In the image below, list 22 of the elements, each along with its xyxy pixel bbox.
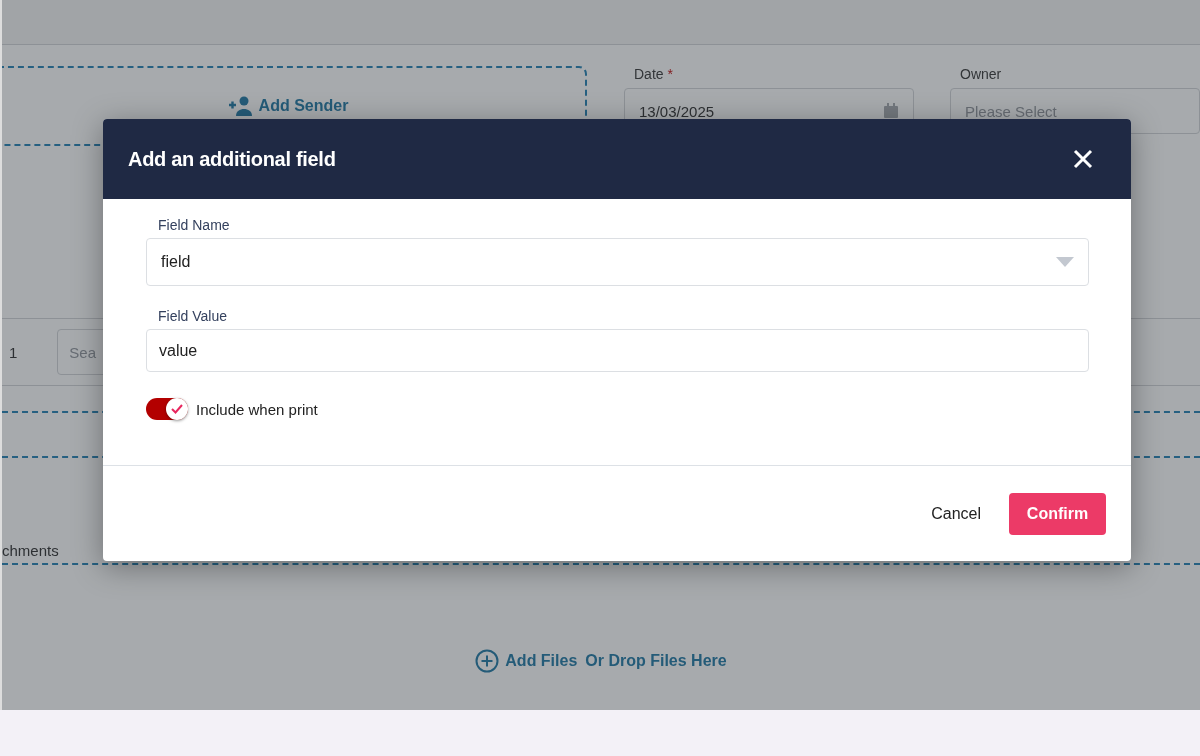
close-icon[interactable] — [1073, 149, 1093, 169]
field-value-input[interactable]: value — [146, 329, 1089, 372]
add-sender-link[interactable]: Add Sender — [226, 96, 349, 116]
dropdown-caret-icon — [1056, 257, 1074, 267]
dialog-title: Add an additional field — [128, 147, 336, 171]
cancel-button[interactable]: Cancel — [931, 494, 981, 533]
date-label: Date * — [633, 66, 674, 82]
row-number: 1 — [9, 343, 18, 361]
attachments-label: chments — [2, 542, 59, 559]
drop-files-hint: Or Drop Files Here — [585, 651, 727, 671]
field-label: Field Value — [157, 308, 228, 324]
calendar-icon — [883, 103, 899, 119]
add-person-icon — [226, 96, 253, 116]
confirm-button[interactable]: Confirm — [1009, 492, 1106, 535]
owner-label: Owner — [959, 66, 1003, 82]
add-files-link[interactable]: Add Files — [475, 649, 578, 673]
check-icon — [171, 404, 183, 414]
include-print-toggle[interactable] — [146, 398, 188, 420]
field-label: Field Name — [157, 217, 231, 233]
field-name-select[interactable]: field — [146, 238, 1089, 286]
plus-circle-icon — [475, 649, 500, 673]
toggle-label: Include when print — [196, 400, 318, 418]
